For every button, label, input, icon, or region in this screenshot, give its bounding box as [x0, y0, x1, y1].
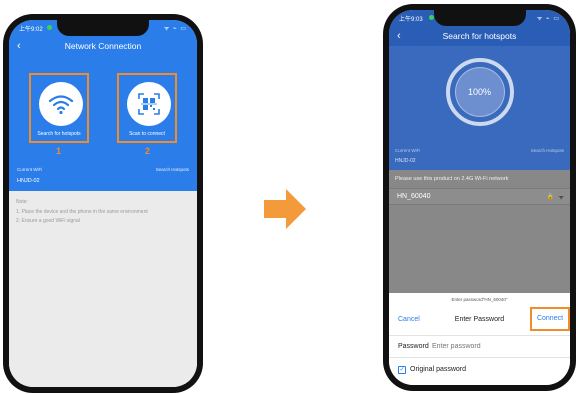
- status-icons: ᯤ ⌁ ▭: [536, 16, 560, 22]
- back-icon[interactable]: ‹: [397, 26, 401, 46]
- phone-left: 上午9:02 ᯤ ⌁ ▭ ‹ Network Connection Search…: [3, 14, 203, 393]
- progress-ring: 100%: [445, 58, 514, 126]
- nav-bar: ‹ Network Connection: [9, 36, 197, 56]
- status-time: 上午9:03: [399, 17, 423, 23]
- connect-button[interactable]: Connect: [530, 307, 570, 331]
- divider: [389, 335, 570, 336]
- qr-code-icon: [138, 93, 160, 115]
- status-icons: ᯤ ⌁ ▭: [163, 26, 187, 32]
- search-hotspots-button[interactable]: [39, 82, 83, 126]
- page-title: Network Connection: [64, 41, 142, 51]
- wifi-signal-icon: ᯤ: [558, 195, 564, 201]
- status-time: 上午9:02: [19, 27, 43, 33]
- scan-connect-tile[interactable]: Scan to connect: [117, 73, 177, 143]
- divider: [389, 357, 570, 358]
- original-password-label: Original password: [410, 366, 467, 373]
- password-dialog: Enter password"HN_60040" Cancel Enter Pa…: [389, 293, 570, 385]
- progress-value: 100%: [454, 67, 505, 117]
- notch: [433, 10, 526, 26]
- step-number: 2: [145, 146, 151, 156]
- page-title: Search for hotspots: [442, 31, 517, 41]
- note-title: Note:: [16, 199, 28, 205]
- current-ssid: HNJD-02: [395, 158, 416, 164]
- tile-caption: Scan to connect: [129, 131, 165, 137]
- current-wifi-label: Current WiFi: [395, 148, 421, 153]
- notch: [57, 20, 149, 36]
- network-list-item[interactable]: HN_60040 🔒 ᯤ: [389, 188, 570, 205]
- current-ssid: HNJD-02: [17, 178, 40, 184]
- network-name: HN_60040: [397, 193, 431, 200]
- note-line: 2. Ensure a good WiFi signal: [16, 218, 80, 224]
- network-warning: Please use this product on 2.4G Wi-Fi ne…: [395, 176, 509, 182]
- back-icon[interactable]: ‹: [17, 36, 21, 56]
- original-password-checkbox[interactable]: ✓: [398, 366, 406, 374]
- current-wifi-label: Current WiFi: [17, 167, 43, 172]
- step-number: 1: [56, 146, 62, 156]
- wifi-icon: [48, 95, 74, 115]
- arrow-right-icon: [264, 189, 306, 229]
- search-hotspots-link[interactable]: Search Hotspots: [531, 148, 564, 153]
- nav-bar: ‹ Search for hotspots: [389, 26, 570, 46]
- dialog-hint: Enter password"HN_60040": [451, 297, 508, 302]
- password-input[interactable]: [432, 343, 552, 350]
- lock-icon: 🔒: [546, 194, 554, 200]
- search-hotspots-tile[interactable]: Search for hotspots: [29, 73, 89, 143]
- note-line: 1. Place the device and the phone in the…: [16, 209, 148, 215]
- phone-left-screen: 上午9:02 ᯤ ⌁ ▭ ‹ Network Connection Search…: [9, 20, 197, 387]
- tile-caption: Search for hotspots: [37, 131, 81, 137]
- search-hotspots-link[interactable]: Search Hotspots: [156, 167, 189, 172]
- password-label: Password: [398, 343, 429, 350]
- status-dot-icon: [47, 25, 52, 30]
- phone-right-screen: 上午9:03 ᯤ ⌁ ▭ ‹ Search for hotspots 100% …: [389, 10, 570, 385]
- scan-connect-button[interactable]: [127, 82, 171, 126]
- phone-right: 上午9:03 ᯤ ⌁ ▭ ‹ Search for hotspots 100% …: [383, 4, 576, 391]
